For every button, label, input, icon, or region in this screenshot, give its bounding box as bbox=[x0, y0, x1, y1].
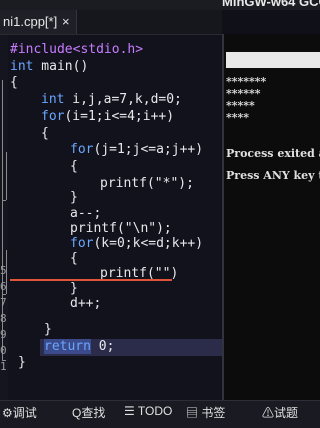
tab-close-icon[interactable]: × bbox=[62, 14, 70, 29]
console-process-exited: Process exited a bbox=[226, 147, 320, 160]
line-number: 5 bbox=[0, 264, 7, 277]
code-line-for-i: for(i=1;i<=4;i++) bbox=[41, 109, 174, 124]
tab-find[interactable]: Q查找 bbox=[72, 404, 105, 421]
code-line-increment: d++; bbox=[70, 296, 102, 311]
console-scroll-header bbox=[226, 52, 320, 68]
test-icon: ⚠ bbox=[262, 406, 275, 420]
tab-todo[interactable]: ☰ TODO bbox=[124, 404, 172, 418]
keyword-selected: return bbox=[44, 339, 91, 354]
line-number: 1 bbox=[0, 360, 7, 373]
keyword: for bbox=[41, 109, 65, 124]
keyword: int bbox=[10, 59, 34, 74]
keyword: for bbox=[70, 236, 94, 251]
code-line-brace: { bbox=[10, 75, 18, 90]
code-line-include: #include<stdio.h> bbox=[10, 42, 144, 57]
code-line-decl: int i,j,a=7,k,d=0; bbox=[41, 92, 182, 107]
console-output-line: **** bbox=[226, 111, 250, 124]
keyword: int bbox=[41, 92, 65, 107]
code-line-brace: { bbox=[41, 126, 49, 141]
code-line-return: return 0; bbox=[44, 339, 114, 354]
code-line-brace: { bbox=[70, 159, 78, 174]
code-line-brace: } bbox=[70, 281, 78, 296]
code-line-brace: } bbox=[70, 190, 78, 205]
code-line-brace: { bbox=[70, 251, 78, 266]
code-line-brace: } bbox=[44, 322, 52, 337]
fold-guide-inner-for bbox=[6, 152, 7, 200]
line-number: 6 bbox=[0, 280, 7, 293]
code-line-printf-star: printf("*"); bbox=[100, 176, 194, 191]
tab-todo-label: TODO bbox=[137, 404, 173, 418]
code-text: (j=1;j<=a;j++) bbox=[93, 142, 204, 157]
code-line-for-k: for(k=0;k<=d;k++) bbox=[70, 236, 203, 251]
error-underline bbox=[10, 279, 172, 281]
code-text: (i=1;i<=4;i++) bbox=[64, 109, 175, 124]
code-line-main: int main() bbox=[10, 59, 88, 74]
console-press-any-key: Press ANY key to bbox=[226, 169, 320, 182]
code-text: (k=0;k<=d;k++) bbox=[93, 236, 204, 251]
keyword: for bbox=[70, 142, 94, 157]
code-text: main() bbox=[33, 59, 89, 74]
bookmark-icon: ▤ bbox=[186, 406, 202, 420]
console-title: MinGW-w64 GCC bbox=[222, 0, 320, 9]
debug-icon: ⚙ bbox=[2, 406, 13, 420]
code-line-printf-newline: printf("\n"); bbox=[70, 221, 172, 236]
line-number: 7 bbox=[0, 296, 7, 309]
tab-test[interactable]: ⚠试题 bbox=[262, 404, 298, 421]
fold-end-marker bbox=[2, 200, 6, 201]
todo-icon: ☰ bbox=[124, 404, 138, 418]
tab-debug[interactable]: ⚙调试 bbox=[2, 404, 37, 421]
tab-bookmarks-label: 书签 bbox=[201, 406, 226, 420]
code-text: 0; bbox=[90, 339, 115, 354]
tab-bookmarks[interactable]: ▤ 书签 bbox=[186, 404, 225, 421]
search-icon: Q bbox=[72, 406, 82, 420]
code-line-for-j: for(j=1;j<=a;j++) bbox=[70, 142, 203, 157]
code-text: i,j,a=7,k,d=0; bbox=[64, 92, 182, 107]
tab-find-label: 查找 bbox=[81, 406, 106, 420]
code-line-brace: } bbox=[18, 355, 26, 370]
tab-test-label: 试题 bbox=[274, 406, 299, 420]
code-line-decrement: a--; bbox=[70, 206, 102, 221]
tab-label: ni1.cpp[*] bbox=[3, 14, 58, 29]
line-number: 9 bbox=[0, 328, 7, 341]
tab-debug-label: 调试 bbox=[12, 406, 37, 420]
line-number: 8 bbox=[0, 312, 7, 325]
line-number: 0 bbox=[0, 344, 7, 357]
fold-end-marker bbox=[2, 294, 6, 295]
